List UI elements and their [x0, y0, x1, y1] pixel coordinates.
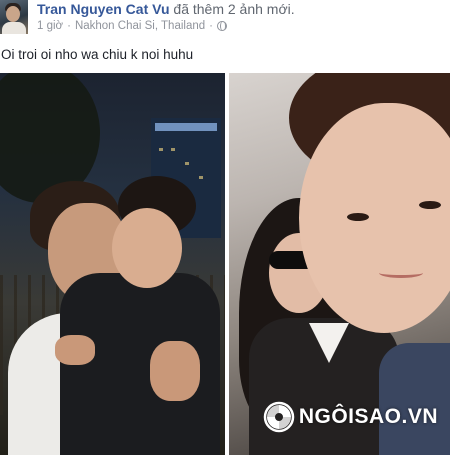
author-name-link[interactable]: Tran Nguyen Cat Vu: [37, 1, 170, 17]
watermark: NGÔISAO.VN: [263, 401, 438, 433]
photo-left[interactable]: [0, 73, 225, 455]
eye: [419, 201, 441, 209]
eye: [347, 213, 369, 221]
meta-separator: ·: [209, 20, 213, 32]
hand: [150, 341, 200, 401]
post-meta: 1 giờ · Nakhon Chai Si, Thailand ·: [37, 20, 227, 32]
mouth: [379, 268, 423, 278]
meta-separator: ·: [67, 20, 71, 32]
post-text: Oi troi oi nho wa chiu k noi huhu: [1, 47, 194, 62]
author-line: Tran Nguyen Cat Vu đã thêm 2 ảnh mới.: [37, 1, 295, 17]
post-location[interactable]: Nakhon Chai Si, Thailand: [75, 20, 205, 32]
hand: [55, 335, 95, 365]
avatar-body: [2, 22, 26, 34]
author-avatar[interactable]: [0, 0, 28, 34]
post-header: Tran Nguyen Cat Vu đã thêm 2 ảnh mới. 1 …: [0, 0, 450, 40]
post-action-text: đã thêm 2 ảnh mới.: [173, 1, 295, 17]
globe-icon[interactable]: [216, 21, 227, 31]
man-shirt: [379, 343, 450, 455]
swirl-logo-icon: [263, 401, 295, 433]
photo-right[interactable]: NGÔISAO.VN: [229, 73, 450, 455]
post-timestamp[interactable]: 1 giờ: [37, 20, 63, 32]
avatar-face: [6, 6, 20, 22]
child-face: [112, 208, 182, 288]
building-sign: [155, 123, 217, 131]
watermark-text: NGÔISAO.VN: [298, 405, 438, 428]
